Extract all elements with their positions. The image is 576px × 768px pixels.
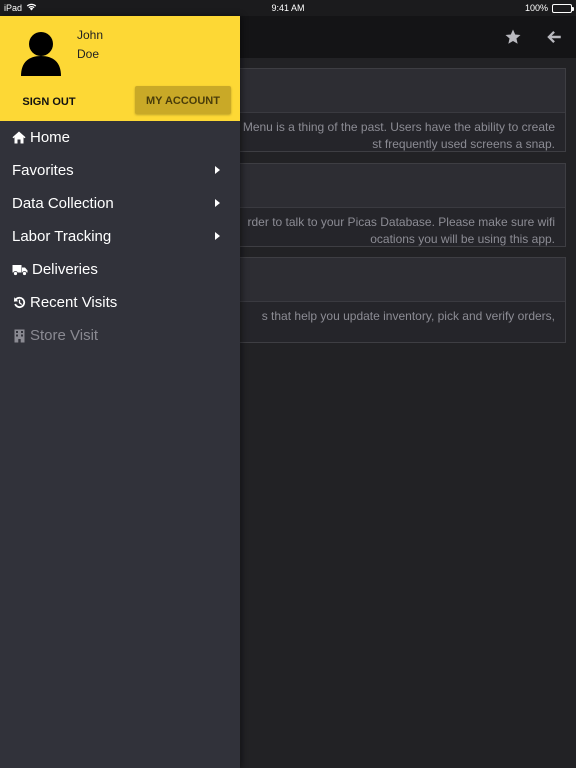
- menu-item-label: Store Visit: [30, 327, 99, 344]
- menu-item-home[interactable]: Home: [0, 121, 240, 154]
- user-avatar-icon: [19, 30, 63, 78]
- star-icon[interactable]: [500, 24, 526, 50]
- menu-item-label: Recent Visits: [30, 294, 118, 311]
- menu-item-deliveries[interactable]: Deliveries: [0, 253, 240, 286]
- menu-item-label: Labor Tracking: [12, 228, 112, 245]
- side-drawer: John Doe SIGN OUT MY ACCOUNT Home Favori…: [0, 16, 240, 768]
- user-last-name: Doe: [77, 47, 100, 61]
- user-first-name: John: [77, 28, 104, 42]
- menu-item-label: Home: [30, 129, 71, 146]
- menu-item-data-collection[interactable]: Data Collection: [0, 187, 240, 220]
- battery-icon: [552, 3, 574, 13]
- caret-right-icon: [215, 199, 220, 207]
- caret-right-icon: [215, 166, 220, 174]
- drawer-header: John Doe SIGN OUT MY ACCOUNT: [0, 16, 240, 121]
- status-time: 9:41 AM: [271, 3, 305, 13]
- menu-item-recent-visits[interactable]: Recent Visits: [0, 286, 240, 319]
- menu-item-label: Data Collection: [12, 195, 114, 212]
- menu-item-label: Deliveries: [32, 261, 98, 278]
- menu-item-labor-tracking[interactable]: Labor Tracking: [0, 220, 240, 253]
- my-account-button[interactable]: MY ACCOUNT: [135, 86, 231, 114]
- building-icon: [12, 329, 26, 343]
- user-name: John Doe: [77, 26, 103, 64]
- menu-item-store-visit[interactable]: Store Visit: [0, 319, 240, 352]
- history-icon: [12, 296, 26, 310]
- drawer-menu: Home Favorites Data Collection Labor Tra…: [0, 121, 240, 352]
- status-right: 100%: [524, 0, 574, 16]
- menu-item-favorites[interactable]: Favorites: [0, 154, 240, 187]
- battery-percent: 100%: [524, 3, 548, 13]
- home-icon: [12, 131, 26, 145]
- sign-out-button[interactable]: SIGN OUT: [12, 89, 86, 113]
- arrow-left-icon[interactable]: [541, 24, 567, 50]
- caret-right-icon: [215, 232, 220, 240]
- status-bar: iPad 9:41 AM 100%: [0, 0, 576, 16]
- menu-item-label: Favorites: [12, 162, 74, 179]
- truck-icon: [12, 263, 28, 277]
